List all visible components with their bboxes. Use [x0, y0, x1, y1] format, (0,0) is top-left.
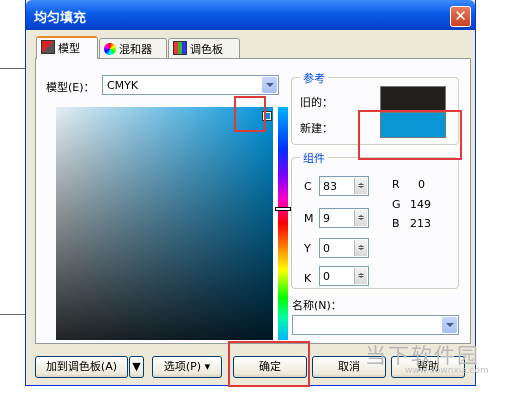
tab-model[interactable]: 模型 [36, 36, 98, 59]
y-label: Y [304, 242, 311, 255]
tab-model-label: 模型 [58, 42, 80, 55]
reference-title: 参考 [300, 70, 328, 86]
model-select-value: CMYK [107, 79, 139, 92]
m-label: M [304, 212, 314, 225]
c-stepper[interactable]: 83 ≑ [319, 176, 369, 196]
spin-arrows-icon[interactable]: ≑ [354, 240, 367, 256]
connector-line-top [0, 68, 28, 69]
k-stepper[interactable]: 0 ≑ [319, 266, 369, 286]
uniform-fill-dialog: 均匀填充 ✕ 模型 混和器 调色板 模型(E)： CMYK 参考 旧的： 新建： [25, 0, 476, 386]
model-icon [41, 40, 55, 54]
highlight-new-swatch-box [358, 110, 462, 160]
name-label: 名称(N)： [292, 299, 342, 312]
spin-arrows-icon[interactable]: ≑ [354, 210, 367, 226]
cancel-label: 取消 [338, 360, 360, 373]
color-picker-field[interactable] [56, 107, 273, 340]
spin-arrows-icon[interactable]: ≑ [354, 268, 367, 284]
old-color-swatch [380, 86, 446, 112]
options-label: 选项(P) [163, 360, 202, 373]
g-value: 149 [410, 198, 431, 211]
dialog-title: 均匀填充 [34, 11, 87, 26]
y-value: 0 [323, 242, 330, 255]
model-select[interactable]: CMYK [102, 75, 279, 95]
m-value: 9 [323, 212, 330, 225]
tab-mixer-label: 混和器 [119, 43, 152, 56]
components-group: 组件 C 83 ≑ M 9 ≑ Y 0 ≑ K 0 ≑ R 0 G 149 B 213 [291, 150, 459, 289]
highlight-ok-box [228, 341, 310, 387]
b-value: 213 [410, 217, 431, 230]
watermark-url: www.downxia.com [405, 366, 489, 376]
close-button[interactable]: ✕ [450, 6, 471, 27]
caret-down-icon: ▾ [204, 360, 211, 373]
color-field-gradient [56, 107, 273, 340]
close-icon: ✕ [454, 7, 467, 25]
new-color-label: 新建： [300, 122, 333, 135]
caret-down-icon: ▼ [132, 360, 141, 373]
c-value: 83 [323, 180, 337, 193]
add-to-palette-button[interactable]: 加到调色板(A) [35, 356, 128, 378]
components-title: 组件 [300, 150, 328, 166]
g-label: G [392, 198, 401, 211]
palette-icon [173, 41, 187, 55]
model-label: 模型(E)： [46, 81, 95, 94]
k-label: K [304, 272, 312, 285]
hue-strip[interactable] [278, 107, 288, 340]
r-value: 0 [418, 178, 425, 191]
add-to-palette-dropdown[interactable]: ▼ [129, 356, 144, 378]
hue-slider-handle[interactable] [275, 207, 291, 211]
options-button[interactable]: 选项(P) ▾ [152, 356, 222, 378]
tab-palette-label: 调色板 [190, 43, 223, 56]
m-stepper[interactable]: 9 ≑ [319, 208, 369, 228]
add-to-palette-label: 加到调色板(A) [45, 360, 118, 373]
tab-mixer[interactable]: 混和器 [99, 38, 167, 58]
spin-arrows-icon[interactable]: ≑ [354, 178, 367, 194]
c-label: C [304, 180, 312, 193]
r-label: R [392, 178, 400, 191]
mixer-icon [104, 43, 116, 55]
chevron-down-icon[interactable] [262, 77, 277, 93]
b-label: B [392, 217, 400, 230]
tab-palette[interactable]: 调色板 [168, 38, 240, 58]
connector-line-bottom [0, 314, 28, 315]
chevron-down-icon[interactable] [442, 317, 457, 333]
name-select[interactable] [292, 315, 459, 335]
old-color-label: 旧的： [300, 96, 333, 109]
highlight-marker-box [234, 96, 266, 132]
y-stepper[interactable]: 0 ≑ [319, 238, 369, 258]
title-bar[interactable]: 均匀填充 ✕ [26, 0, 475, 30]
k-value: 0 [323, 270, 330, 283]
